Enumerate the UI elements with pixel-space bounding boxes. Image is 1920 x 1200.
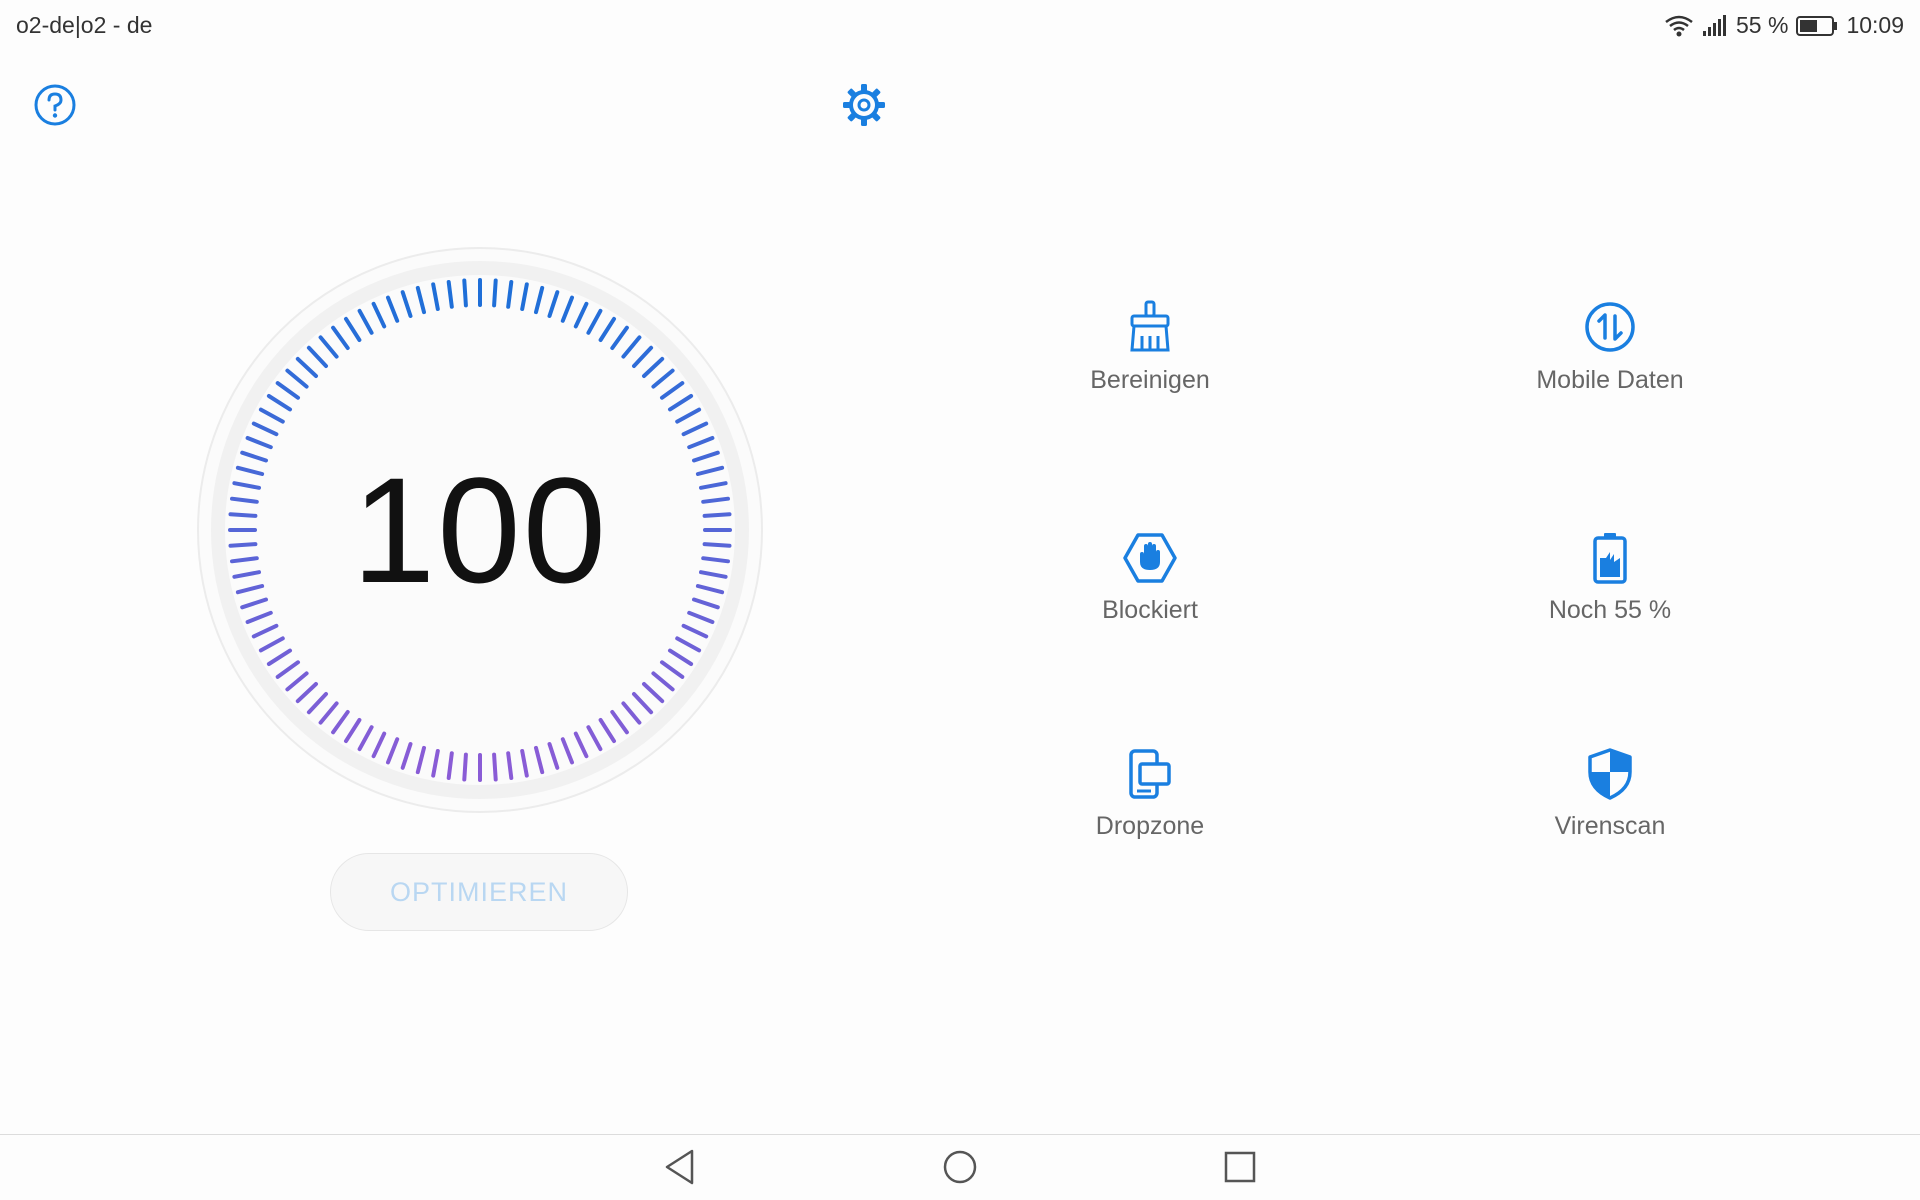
feature-label: Blockiert <box>1102 596 1198 624</box>
wifi-icon <box>1665 15 1693 36</box>
dropzone-icon <box>1129 749 1171 799</box>
feature-mobile-data[interactable]: Mobile Daten <box>1460 300 1760 395</box>
feature-label: Mobile Daten <box>1536 366 1684 394</box>
question-circle-icon[interactable] <box>33 83 77 127</box>
optimize-button[interactable]: OPTIMIEREN <box>330 853 628 931</box>
feature-battery[interactable]: Noch 55 % <box>1460 532 1760 625</box>
battery-percent: 55 % <box>1736 12 1789 38</box>
feature-cleanup[interactable]: Bereinigen <box>1000 300 1300 395</box>
score-value: 100 <box>351 445 609 614</box>
shield-icon <box>1588 748 1632 800</box>
score-gauge: 100 <box>195 245 765 815</box>
feature-virus-scan[interactable]: Virenscan <box>1460 748 1760 841</box>
feature-label: Bereinigen <box>1090 366 1210 394</box>
gear-icon[interactable] <box>841 82 887 128</box>
phone-manager-screen: o2-de|o2 - de 55 % 10:09 100 OPTIMIEREN … <box>0 0 1920 1200</box>
back-icon[interactable] <box>662 1147 698 1187</box>
feature-blocked[interactable]: Blockiert <box>1000 532 1300 625</box>
broom-icon <box>1130 300 1170 352</box>
navigation-bar <box>0 1134 1920 1200</box>
home-icon[interactable] <box>942 1147 978 1187</box>
battery-status-icon <box>1796 15 1838 36</box>
battery-icon <box>1593 533 1627 584</box>
feature-label: Dropzone <box>1095 812 1205 840</box>
feature-label: Noch 55 % <box>1548 596 1672 624</box>
block-hand-icon <box>1123 533 1177 583</box>
clock: 10:09 <box>1846 12 1904 38</box>
carrier-name: o2-de|o2 - de <box>16 12 153 38</box>
signal-icon <box>1703 14 1726 36</box>
recent-apps-icon[interactable] <box>1222 1147 1258 1187</box>
feature-label: Virenscan <box>1554 812 1666 840</box>
feature-dropzone[interactable]: Dropzone <box>1000 748 1300 841</box>
status-bar: o2-de|o2 - de 55 % 10:09 <box>0 0 1920 50</box>
data-transfer-icon <box>1585 302 1635 352</box>
status-indicators: 55 % 10:09 <box>1664 12 1904 39</box>
